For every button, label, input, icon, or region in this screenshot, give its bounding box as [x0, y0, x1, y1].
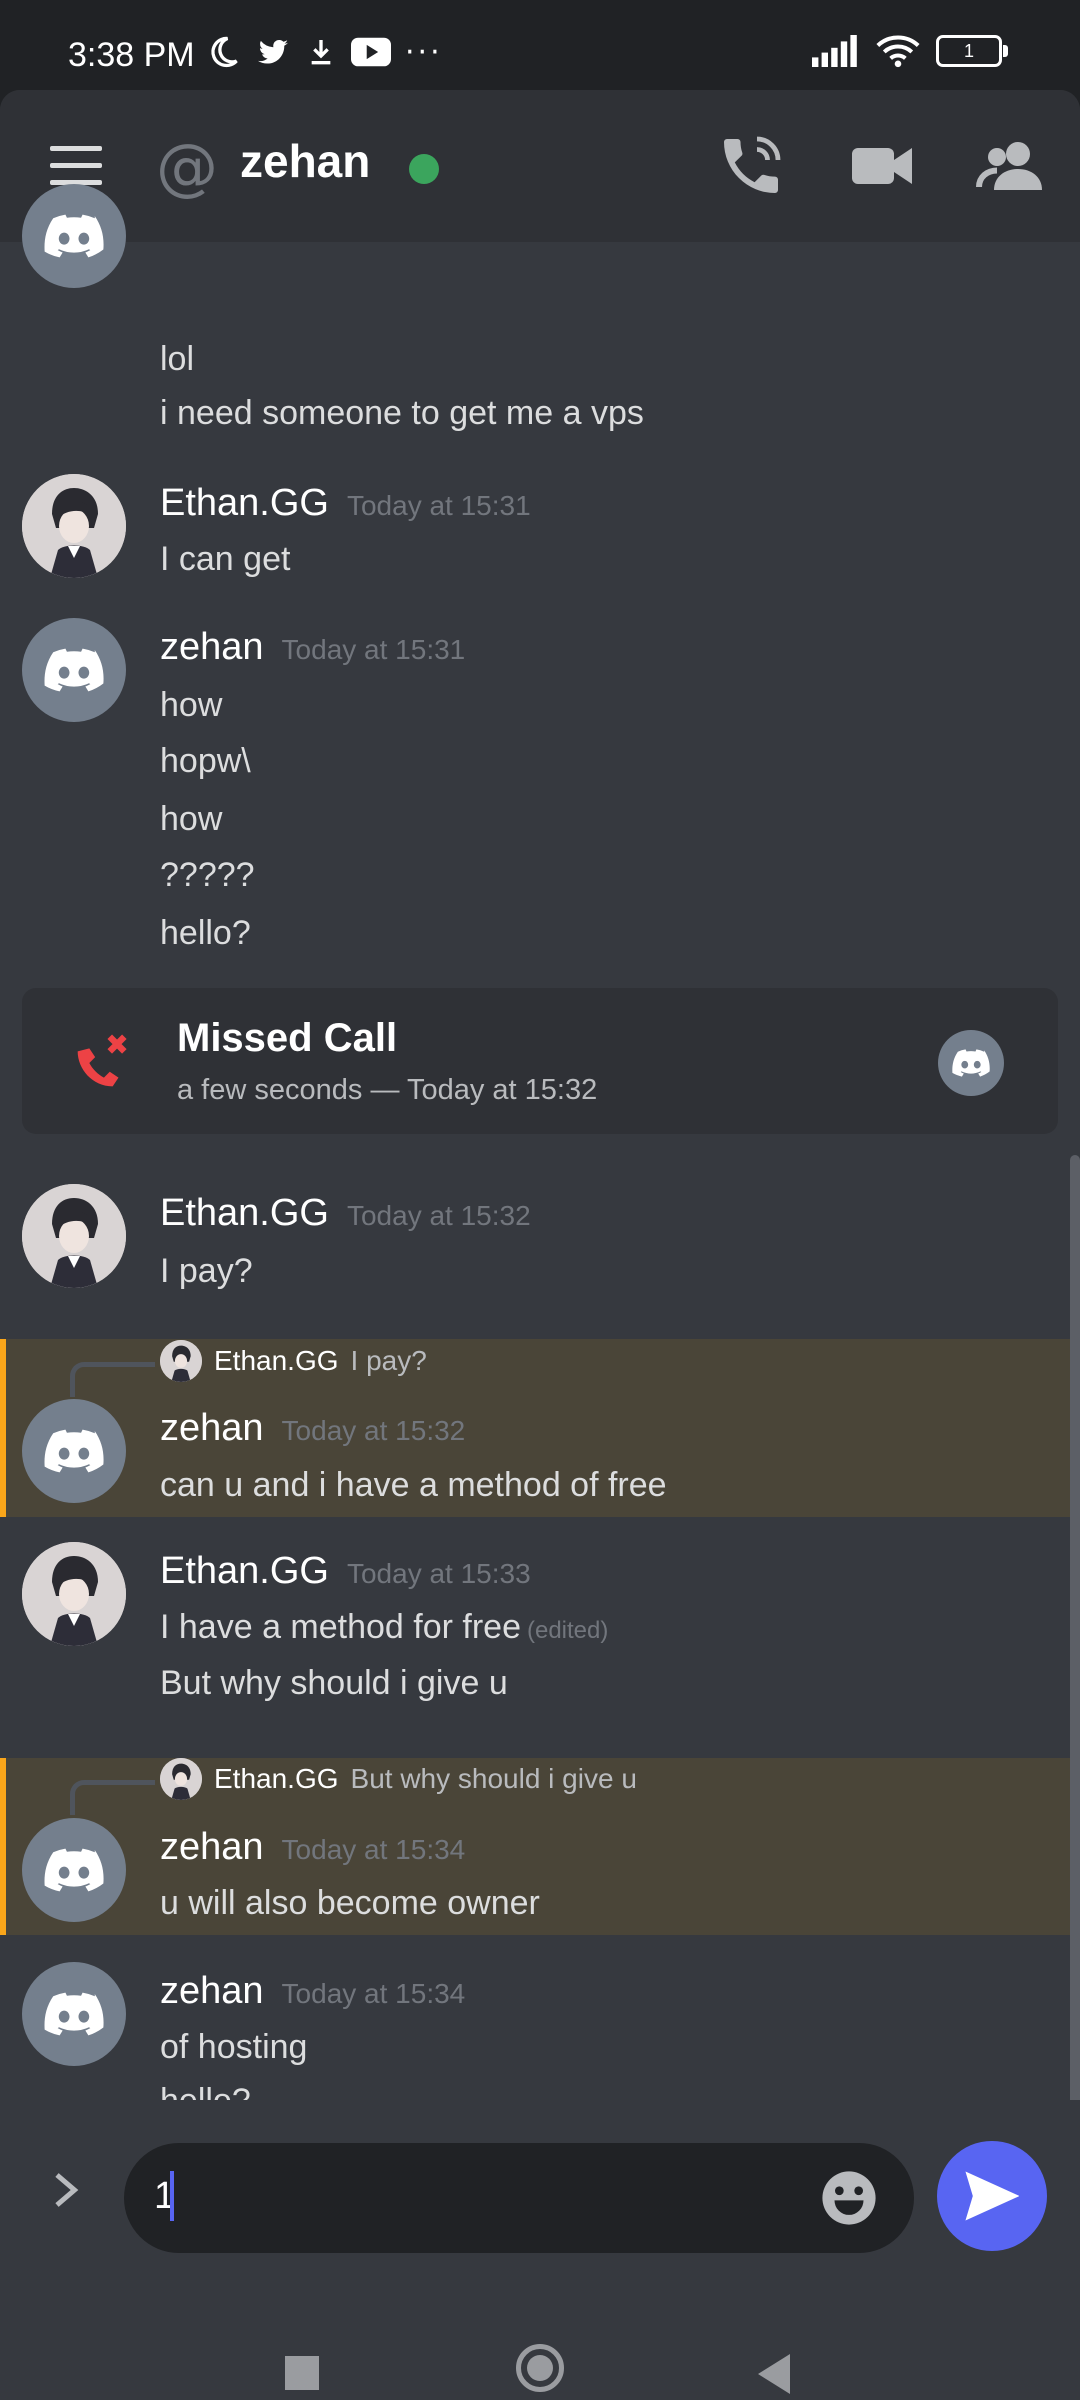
avatar[interactable] — [22, 1818, 126, 1922]
message-author[interactable]: zehan Today at 15:34 — [160, 1970, 465, 2013]
reply-reference[interactable]: Ethan.GG I pay? — [160, 1340, 427, 1382]
avatar[interactable] — [22, 474, 126, 578]
discord-icon — [44, 1848, 104, 1892]
reply-text: But why should i give u — [350, 1763, 637, 1794]
message-line: can u and i have a method of free — [160, 1466, 667, 1504]
message-line: I can get — [160, 540, 291, 578]
moon-icon — [211, 36, 238, 68]
message-line: i need someone to get me a vps — [160, 394, 644, 432]
message-timestamp: Today at 15:32 — [346, 1200, 531, 1231]
message-line: of hosting — [160, 2028, 308, 2066]
more-icon: ··· — [405, 34, 443, 70]
avatar[interactable] — [22, 1184, 126, 1288]
reply-text: I pay? — [350, 1345, 427, 1376]
wifi-icon — [876, 35, 920, 68]
call-subtitle: a few seconds — Today at 15:32 — [177, 1074, 598, 1106]
reply-author: Ethan.GG — [214, 1345, 339, 1376]
message-author[interactable]: Ethan.GG Today at 15:33 — [160, 1550, 531, 1593]
discord-icon — [44, 1992, 104, 2036]
download-icon — [311, 40, 331, 65]
recents-button[interactable] — [285, 2356, 319, 2390]
user-avatar-image — [22, 474, 126, 578]
call-title: Missed Call — [177, 1016, 398, 1060]
channel-title: zehan — [240, 135, 371, 187]
avatar[interactable] — [22, 184, 126, 288]
text-caret — [170, 2171, 174, 2221]
message-author[interactable]: zehan Today at 15:31 — [160, 626, 465, 669]
message-line: u will also become owner — [160, 1884, 540, 1922]
message-line: how — [160, 686, 223, 724]
message-timestamp: Today at 15:31 — [281, 634, 466, 665]
message-line: hello? — [160, 914, 251, 952]
message-timestamp: Today at 15:32 — [281, 1415, 466, 1446]
message-scrollbar[interactable] — [1070, 1155, 1080, 2200]
message-timestamp: Today at 15:34 — [281, 1834, 466, 1865]
twitter-icon — [258, 39, 288, 64]
members-icon — [976, 142, 1042, 190]
reply-reference[interactable]: Ethan.GG But why should i give u — [160, 1758, 637, 1800]
message-line: But why should i give u — [160, 1664, 508, 1702]
message-line: I have a method for free (edited) — [160, 1608, 609, 1646]
avatar[interactable] — [22, 1962, 126, 2066]
message-author[interactable]: zehan Today at 15:32 — [160, 1407, 465, 1450]
voice-call-button[interactable] — [715, 130, 787, 202]
message-line: hopw\ — [160, 742, 251, 780]
discord-icon — [44, 648, 104, 692]
message-line: how — [160, 800, 223, 838]
message-line: I pay? — [160, 1252, 253, 1290]
emoji-icon[interactable] — [820, 2169, 878, 2227]
message-line: ????? — [160, 856, 255, 894]
status-time: 3:38 PM — [68, 36, 195, 74]
avatar[interactable] — [22, 1542, 126, 1646]
message-input[interactable]: 1 — [124, 2143, 914, 2253]
discord-icon — [44, 1429, 104, 1473]
message-author[interactable]: zehan Today at 15:34 — [160, 1826, 465, 1869]
video-call-button[interactable] — [846, 130, 918, 202]
message-timestamp: Today at 15:33 — [346, 1558, 531, 1589]
dm-screen: @ zehan lol i need someone to get me a v… — [0, 90, 1080, 2400]
call-icon — [724, 136, 781, 193]
missed-call-icon — [77, 1034, 127, 1087]
message-author[interactable]: Ethan.GG Today at 15:32 — [160, 1192, 531, 1235]
user-avatar-image — [22, 1184, 126, 1288]
status-bar: 3:38 PM ··· 1 — [0, 0, 1080, 90]
send-icon — [965, 2171, 1019, 2221]
missed-call-card[interactable]: Missed Call a few seconds — Today at 15:… — [22, 988, 1058, 1134]
back-button[interactable] — [758, 2354, 790, 2394]
signal-icon — [812, 35, 857, 67]
message-composer: 1 — [0, 2100, 1080, 2253]
chevron-right-icon[interactable] — [52, 2170, 82, 2221]
send-button[interactable] — [937, 2141, 1047, 2251]
battery-icon: 1 — [936, 35, 1008, 67]
message-timestamp: Today at 15:31 — [346, 490, 531, 521]
message-timestamp: Today at 15:34 — [281, 1978, 466, 2009]
discord-icon — [952, 1049, 990, 1077]
youtube-icon — [351, 37, 391, 67]
user-avatar-image — [22, 1542, 126, 1646]
menu-button[interactable] — [50, 146, 102, 186]
message-author[interactable]: Ethan.GG Today at 15:31 — [160, 482, 531, 525]
reply-avatar — [160, 1340, 202, 1382]
call-participant-avatar — [938, 1030, 1004, 1096]
channel-header: @ zehan — [0, 90, 1080, 242]
avatar[interactable] — [22, 1399, 126, 1503]
reply-avatar — [160, 1758, 202, 1800]
member-list-button[interactable] — [976, 130, 1048, 202]
at-icon: @ — [156, 130, 218, 203]
reply-author: Ethan.GG — [214, 1763, 339, 1794]
discord-icon — [44, 214, 104, 258]
system-navigation-bar — [0, 2310, 1080, 2400]
edited-label: (edited) — [526, 1617, 609, 1644]
message-line: lol — [160, 340, 195, 378]
online-status-indicator — [409, 154, 439, 184]
avatar[interactable] — [22, 618, 126, 722]
video-icon — [852, 148, 912, 184]
home-button[interactable] — [516, 2344, 564, 2392]
